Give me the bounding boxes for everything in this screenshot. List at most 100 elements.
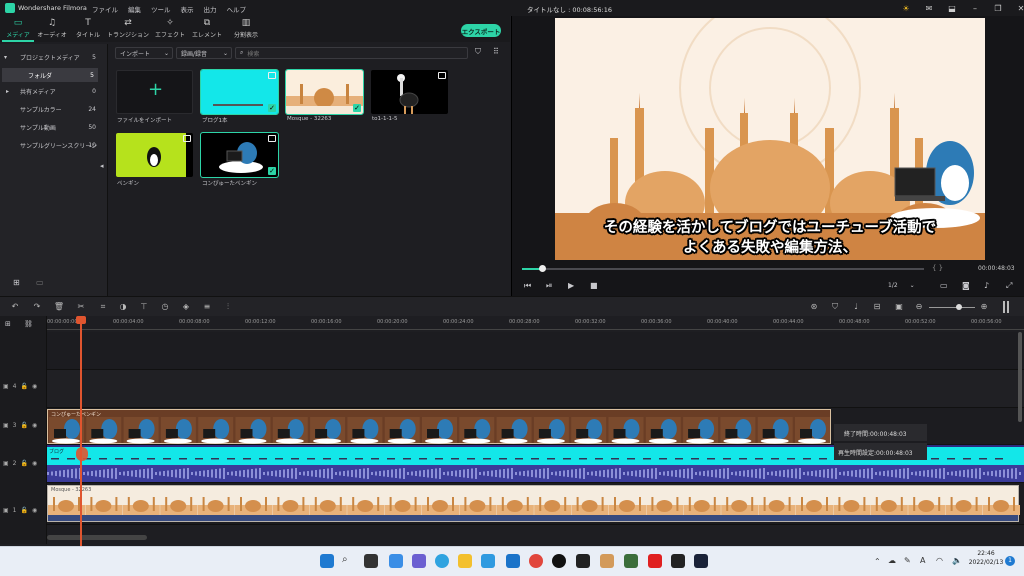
preview-scale-dropdown[interactable]: 1/2 ⌄ — [888, 282, 928, 289]
timeline-scrollbar[interactable] — [47, 535, 147, 540]
cloud-icon[interactable]: ☁ — [888, 556, 896, 565]
preview-scrubber[interactable] — [522, 265, 924, 272]
menu-help[interactable]: ヘルプ — [227, 4, 247, 14]
mail-app-icon[interactable] — [506, 554, 520, 568]
menu-tools[interactable]: ツール — [151, 4, 171, 14]
lock-icon[interactable]: 🔓 — [21, 507, 28, 514]
folder-icon[interactable]: ▭ — [36, 278, 44, 287]
stop-icon[interactable]: ■ — [590, 281, 598, 290]
camera-icon[interactable]: ◙ — [962, 281, 970, 290]
photos-icon[interactable] — [624, 554, 638, 568]
search-icon[interactable]: ⌕ — [342, 554, 356, 568]
cut-icon[interactable]: ✂ — [75, 301, 87, 313]
close-icon[interactable]: ✕ — [1015, 2, 1024, 14]
marker-icon[interactable]: ⛉ — [829, 301, 841, 313]
bulb-icon[interactable]: ☀ — [900, 2, 912, 14]
mic-icon[interactable]: ♩ — [850, 301, 862, 313]
video-clip-computer-penguin[interactable]: コンぴゅーたペンギン — [47, 409, 831, 444]
notification-badge[interactable]: 1 — [1005, 556, 1015, 566]
store-icon[interactable] — [481, 554, 495, 568]
maximize-icon[interactable]: ❐ — [992, 2, 1004, 14]
menu-edit[interactable]: 編集 — [128, 4, 141, 14]
media-item-computer-penguin[interactable]: ✓ — [200, 132, 279, 178]
sidebar-item-project-media[interactable]: ▾ プロジェクトメディア 5 — [0, 50, 100, 64]
duration-icon[interactable]: ◷ — [159, 301, 171, 313]
audio-wave-icon[interactable]: ⫶ — [222, 301, 234, 313]
start-icon[interactable] — [320, 554, 334, 568]
filmora-taskbar-icon[interactable] — [694, 554, 708, 568]
timeline-ruler[interactable]: 00:00:00:00 00:00:04:00 00:00:08:00 00:0… — [47, 316, 1024, 332]
preview-viewport[interactable]: その経験を活かしてブログではユーチューブ活動で よくある失敗や編集方法、 — [555, 18, 985, 260]
sidebar-item-sample-green-screen[interactable]: サンプルグリーンスクリーン 10 — [0, 138, 100, 152]
speaker-icon[interactable]: 🔈 — [952, 556, 962, 565]
media-item-penguin[interactable] — [116, 133, 193, 177]
color-icon[interactable]: ◑ — [117, 301, 129, 313]
zoom-slider-handle[interactable] — [956, 304, 962, 310]
sidebar-item-shared-media[interactable]: ▸ 共有メディア 0 — [0, 84, 100, 98]
collapse-panel-icon[interactable]: ◂ — [100, 162, 104, 170]
import-dropdown[interactable]: インポート ⌄ — [115, 47, 173, 59]
menu-file[interactable]: ファイル — [92, 4, 118, 14]
play-frame-icon[interactable]: ⏯ — [546, 281, 552, 291]
tab-transitions[interactable]: ⇄ トランジション — [107, 18, 149, 39]
mail-icon[interactable]: ✉ — [923, 2, 935, 14]
menu-view[interactable]: 表示 — [181, 4, 194, 14]
media-item-blog[interactable]: ✓ — [200, 69, 279, 115]
tray-chevron-icon[interactable]: ⌃ — [874, 557, 881, 566]
zoom-slider[interactable] — [929, 304, 975, 310]
zoom-out-icon[interactable]: ⊖ — [913, 301, 925, 313]
lock-icon[interactable]: 🔓 — [21, 383, 28, 390]
eye-icon[interactable]: ◉ — [32, 422, 37, 429]
sidebar-item-folder[interactable]: フォルダ 5 — [2, 68, 98, 82]
crop-icon[interactable]: ⌗ — [97, 301, 109, 313]
scrubber-handle[interactable] — [539, 265, 547, 272]
amazon-icon[interactable] — [671, 554, 685, 568]
playhead-handle[interactable] — [76, 316, 86, 324]
explorer-icon[interactable] — [458, 554, 472, 568]
chrome-icon[interactable] — [529, 554, 543, 568]
keyframe-icon[interactable]: ◈ — [180, 301, 192, 313]
eye-icon[interactable]: ◉ — [32, 507, 37, 514]
render-icon[interactable]: ⊛ — [808, 301, 820, 313]
task-view-icon[interactable] — [364, 554, 378, 568]
filter-icon[interactable]: ⛉ — [475, 47, 481, 57]
sidebar-item-sample-videos[interactable]: サンプル動画 50 — [0, 120, 100, 134]
tab-titles[interactable]: T タイトル — [68, 18, 108, 39]
mixer-icon[interactable]: ⊟ — [871, 301, 883, 313]
tab-audio[interactable]: ♫ オーディオ — [32, 18, 72, 39]
snapshot-icon[interactable]: ▣ — [893, 301, 905, 313]
volume-icon[interactable]: ♪ — [984, 281, 989, 290]
speed-icon[interactable]: ⊤ — [138, 301, 150, 313]
menu-export[interactable]: 出力 — [204, 4, 217, 14]
tab-elements[interactable]: ⧉ エレメント — [187, 18, 227, 39]
play-icon[interactable]: ▶ — [568, 281, 574, 290]
monitor-icon[interactable]: ▭ — [940, 281, 948, 290]
chat-icon[interactable] — [412, 554, 426, 568]
add-track-icon[interactable]: ⊞ — [5, 320, 11, 328]
tab-effects[interactable]: ✧ エフェクト — [150, 18, 190, 39]
new-folder-icon[interactable]: ⊞ — [13, 278, 20, 287]
sort-dropdown[interactable]: 録画/録音 ⌄ — [176, 47, 232, 59]
clock[interactable]: 22:46 2022/02/13 — [968, 550, 1004, 566]
video-clip-mosque[interactable]: Mosque - 32263 — [47, 485, 1020, 522]
lock-icon[interactable]: 🔓 — [21, 460, 28, 467]
vertical-scrollbar[interactable] — [1018, 332, 1022, 422]
delete-icon[interactable]: 🗑 — [53, 301, 65, 313]
search-input[interactable]: ⌕ 検索 — [235, 47, 468, 59]
pen-icon[interactable]: ✎ — [904, 556, 911, 565]
pause-icon[interactable] — [1003, 301, 1009, 313]
adjust-icon[interactable]: ≡ — [201, 301, 213, 313]
edge-icon[interactable] — [435, 554, 449, 568]
minimize-icon[interactable]: – — [969, 2, 981, 14]
grid-view-icon[interactable]: ⠿ — [493, 47, 499, 56]
ime-indicator[interactable]: A — [920, 556, 925, 565]
youtube-icon[interactable] — [648, 554, 662, 568]
step-back-icon[interactable]: ⏮ — [524, 281, 531, 291]
lock-icon[interactable]: 🔓 — [21, 422, 28, 429]
network-icon[interactable]: ◠ — [936, 556, 943, 565]
tab-split-screen[interactable]: ▥ 分割表示 — [226, 18, 266, 39]
zoom-in-icon[interactable]: ⊕ — [978, 301, 990, 313]
fullscreen-icon[interactable]: ⤢ — [1006, 281, 1012, 291]
undo-icon[interactable]: ↶ — [9, 301, 21, 313]
redo-icon[interactable]: ↷ — [31, 301, 43, 313]
